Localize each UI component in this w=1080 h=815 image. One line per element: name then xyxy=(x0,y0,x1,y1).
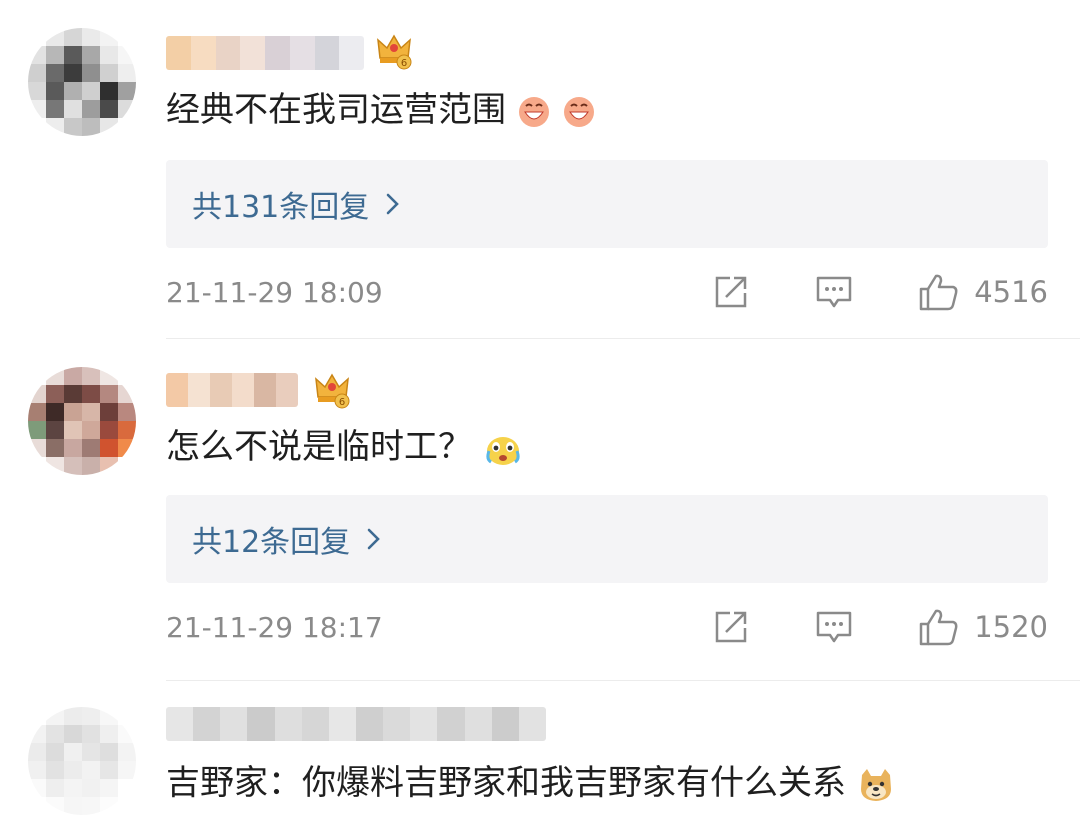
doge-emoji xyxy=(860,768,891,801)
like-count: 4516 xyxy=(974,275,1048,309)
share-button[interactable] xyxy=(712,273,814,311)
like-button[interactable]: 1520 xyxy=(918,607,1048,647)
reply-count-label: 共12条回复 xyxy=(192,525,351,560)
reply-button[interactable] xyxy=(814,273,918,311)
chevron-right-icon xyxy=(367,528,381,550)
action-bar: 4516 xyxy=(712,272,1048,312)
share-button[interactable] xyxy=(712,608,814,646)
timestamp: 21-11-29 18:17 xyxy=(166,611,383,644)
crown-icon: 6 xyxy=(315,373,350,409)
username-blurred[interactable] xyxy=(166,36,364,70)
thumbs-up-icon xyxy=(919,609,958,646)
crying-face-emoji xyxy=(486,436,520,465)
like-button[interactable]: 4516 xyxy=(918,272,1048,312)
crown-icon: 6 xyxy=(377,34,412,70)
svg-text:6: 6 xyxy=(339,397,345,408)
like-count: 1520 xyxy=(974,610,1048,644)
timestamp: 21-11-29 18:09 xyxy=(166,276,383,309)
username-blurred[interactable] xyxy=(166,373,298,407)
share-icon xyxy=(715,276,747,308)
avatar[interactable] xyxy=(28,28,136,136)
grinning-face-emoji xyxy=(518,96,549,127)
comment-text: 经典不在我司运营范围 xyxy=(166,88,596,132)
comment-item: 6 怎么不说是临时工？ 共12条回复 21-11-29 18:17 1520 xyxy=(0,339,1080,679)
grinning-face-emoji xyxy=(563,96,594,127)
comment-icon xyxy=(816,611,852,643)
avatar[interactable] xyxy=(28,367,136,475)
chevron-right-icon xyxy=(386,193,400,215)
thumbs-up-icon xyxy=(919,274,958,311)
comment-icon xyxy=(816,276,852,308)
view-replies-button[interactable]: 共12条回复 xyxy=(166,495,1048,583)
avatar[interactable] xyxy=(28,707,136,815)
svg-text:6: 6 xyxy=(401,58,407,69)
comment-item: 6 经典不在我司运营范围 共131条回复 21-11-29 18:09 4516 xyxy=(0,0,1080,338)
comment-text: 吉野家：你爆料吉野家和我吉野家有什么关系 xyxy=(166,761,895,805)
reply-button[interactable] xyxy=(814,608,918,646)
action-bar: 1520 xyxy=(712,607,1048,647)
comment-item: 吉野家：你爆料吉野家和我吉野家有什么关系 xyxy=(0,681,1080,815)
comment-text: 怎么不说是临时工？ xyxy=(166,425,523,469)
username-blurred[interactable] xyxy=(166,707,546,741)
reply-count-label: 共131条回复 xyxy=(192,190,370,225)
view-replies-button[interactable]: 共131条回复 xyxy=(166,160,1048,248)
share-icon xyxy=(715,611,747,643)
